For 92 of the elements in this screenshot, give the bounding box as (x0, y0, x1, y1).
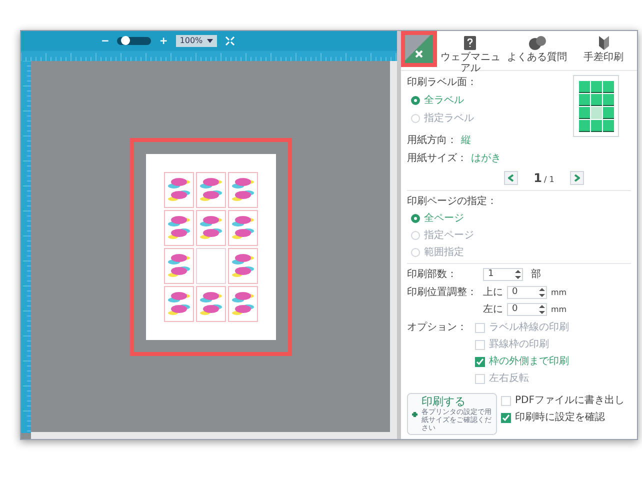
radio-button[interactable] (411, 96, 420, 105)
candy-drawing (166, 176, 192, 204)
radio-button[interactable] (411, 214, 420, 223)
label[interactable] (228, 210, 258, 246)
check-icon (502, 414, 510, 422)
number-field[interactable]: 1 (483, 268, 523, 281)
zoom-slider[interactable] (117, 37, 152, 45)
candy-drawing (198, 290, 224, 318)
print-button-label: 印刷する (422, 396, 466, 408)
label[interactable] (228, 172, 258, 208)
chevron-left-icon (508, 174, 514, 182)
help-tab[interactable]: よくある質問 (504, 31, 570, 63)
candy-drawing (166, 290, 192, 318)
thumbnail-label (602, 80, 614, 92)
question-book-icon (463, 35, 478, 51)
label[interactable] (196, 210, 226, 246)
thumbnail-label (578, 80, 590, 92)
leaf-mark-icon (598, 35, 610, 51)
page-total: / 1 (544, 174, 554, 186)
checkbox[interactable] (475, 356, 485, 366)
chevron-right-icon (574, 174, 580, 182)
help-tab[interactable]: ウェブマニュアル (437, 31, 504, 74)
radio-label: 範囲指定 (424, 246, 464, 260)
label[interactable] (164, 172, 194, 208)
label[interactable] (196, 286, 226, 322)
stepper-arrows-icon (538, 287, 546, 298)
checkbox-label: ラベル枠線の印刷 (489, 320, 569, 335)
check-icon (476, 358, 484, 366)
label[interactable] (196, 172, 226, 208)
field-value: はがき (471, 152, 501, 166)
fit-screen-icon[interactable] (224, 36, 235, 46)
section-title: 印刷ページの指定： (407, 194, 498, 209)
thumbnail-label (590, 120, 602, 132)
label[interactable] (228, 248, 258, 284)
slider-thumb[interactable] (121, 36, 130, 45)
previous-page-button[interactable] (504, 171, 518, 185)
checkbox-label: 印刷時に設定を確認 (515, 410, 605, 425)
zoom-dropdown[interactable]: 100% (176, 35, 217, 47)
chat-bubbles-icon (528, 35, 546, 51)
unit-label: 部 (531, 268, 541, 282)
checkbox-label: 罫線枠の印刷 (489, 338, 549, 352)
field-label: 印刷位置調整： (407, 286, 478, 300)
caret-icon (206, 39, 213, 43)
candy-drawing (166, 214, 192, 242)
candy-drawing (198, 176, 224, 204)
thumbnail-label (578, 120, 590, 132)
thumbnail-label (602, 106, 614, 118)
radio-label: 指定ラベル (424, 112, 474, 126)
candy-drawing (198, 214, 224, 242)
candy-drawing (166, 252, 192, 280)
field-label: 用紙方向： (407, 134, 457, 148)
number-field[interactable]: 0 (507, 303, 547, 316)
section-title: 印刷ラベル面： (407, 76, 478, 90)
label[interactable] (164, 248, 194, 284)
radio-label: 全ラベル (424, 94, 464, 108)
stepper-arrows-icon (514, 269, 522, 280)
radio-label: 指定ページ (424, 228, 474, 243)
number-field[interactable]: 0 (507, 286, 547, 299)
horizontal-scrollbar[interactable] (31, 432, 397, 439)
field-label: 左に (483, 303, 503, 317)
vertical-scrollbar[interactable] (390, 61, 397, 432)
field-label: 上に (483, 286, 503, 300)
thumbnail-label (578, 94, 590, 106)
stepper-arrows-icon (538, 304, 546, 315)
thumbnail-label (602, 94, 614, 106)
field-label: オプション： (407, 320, 468, 335)
unit-label: mm (551, 304, 567, 316)
label[interactable] (164, 286, 194, 322)
thumbnail-label (590, 80, 602, 92)
unit-label: mm (551, 286, 567, 298)
radio-label: 全ページ (424, 212, 464, 226)
help-tab[interactable]: 手差印刷 (570, 31, 638, 63)
next-page-button[interactable] (570, 171, 584, 185)
label[interactable] (164, 210, 194, 246)
candy-drawing (230, 290, 256, 318)
candy-drawing (230, 252, 256, 280)
checkbox-label: PDFファイルに書き出し (515, 394, 624, 408)
checkbox-label: 左右反転 (489, 372, 529, 386)
page-number: 1 (534, 170, 542, 187)
thumbnail-label (602, 120, 614, 132)
thumbnail-label (590, 94, 602, 106)
thumbnail-label (578, 106, 590, 118)
thumbnail-label (590, 106, 602, 118)
checkbox[interactable] (501, 412, 511, 422)
label[interactable] (228, 286, 258, 322)
field-value: 縦 (461, 134, 471, 148)
candy-drawing (230, 214, 256, 242)
candy-drawing (230, 176, 256, 204)
close-icon (414, 49, 424, 59)
checkbox-label: 枠の外側まで印刷 (489, 354, 569, 369)
field-label: 印刷部数： (407, 268, 458, 282)
field-label: 用紙サイズ： (407, 152, 467, 166)
